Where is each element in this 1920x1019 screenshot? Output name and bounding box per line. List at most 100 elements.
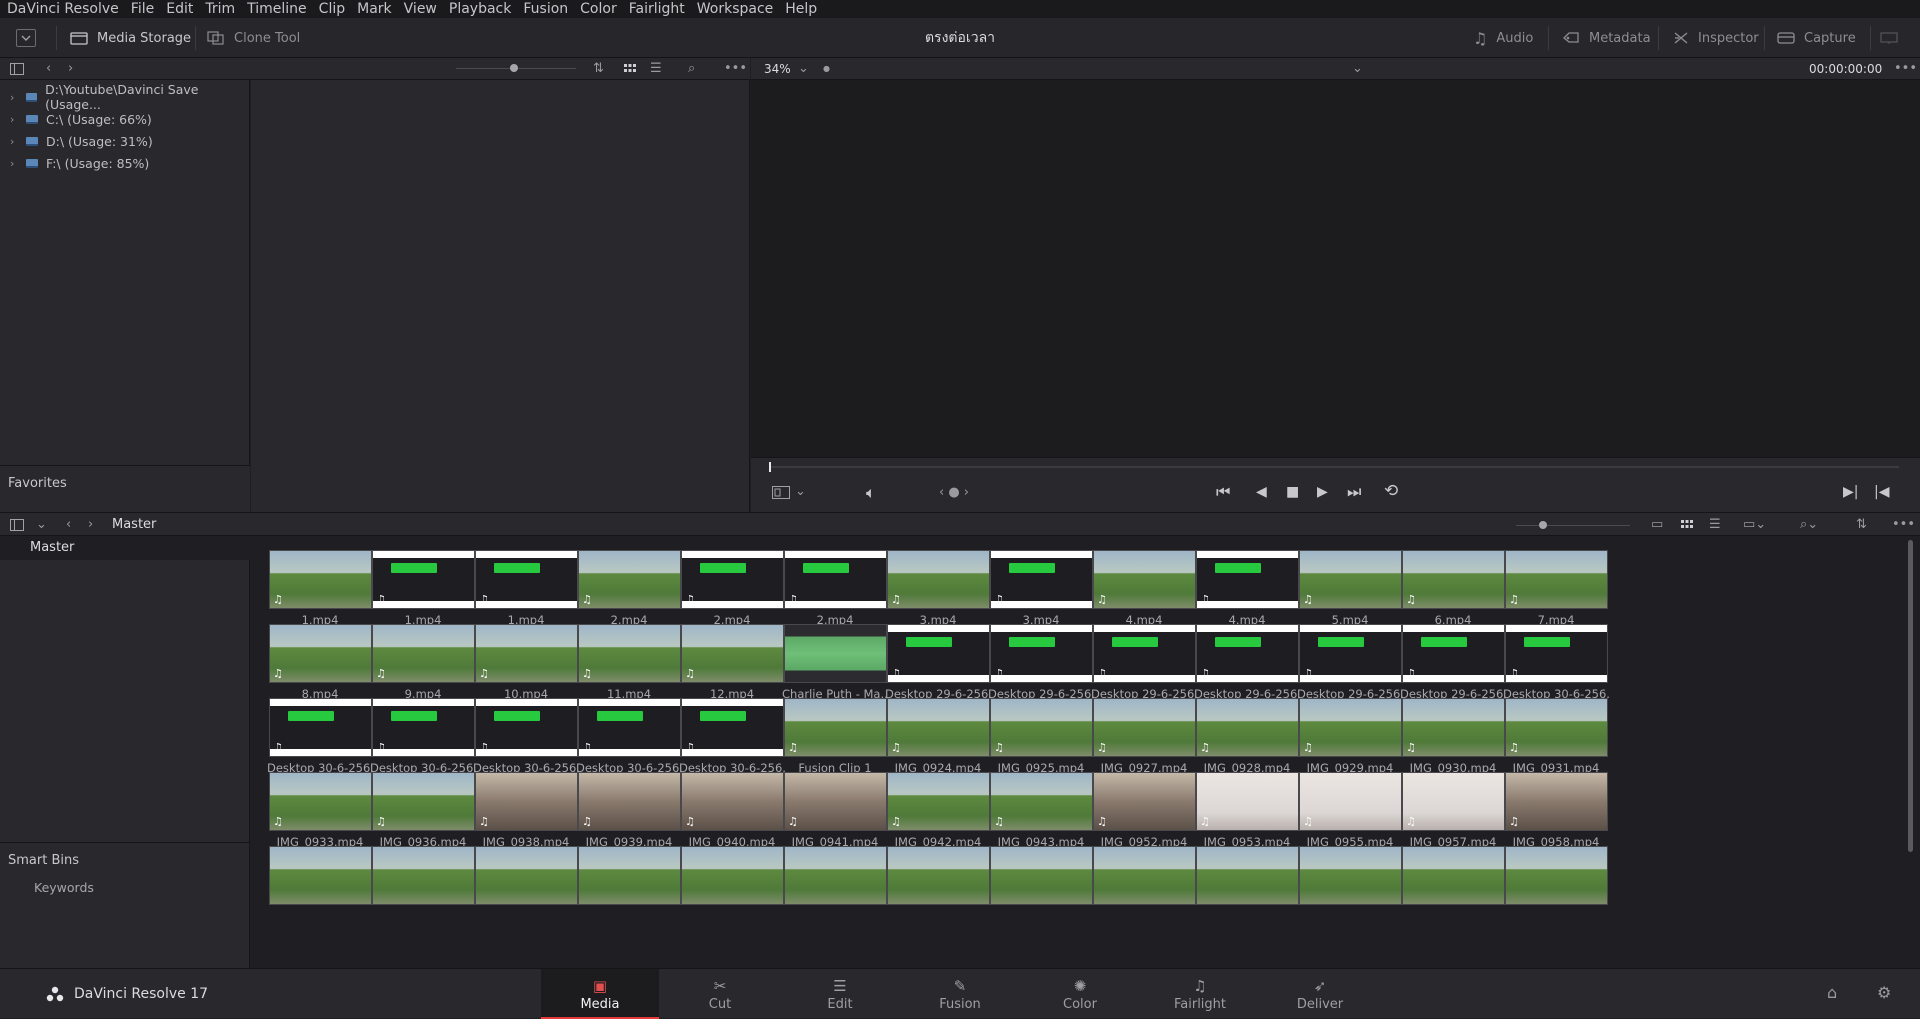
clip-thumbnail[interactable] bbox=[1299, 846, 1402, 905]
clip-thumbnail[interactable]: ♫ bbox=[269, 698, 372, 757]
home-icon[interactable]: ⌂ bbox=[1827, 982, 1837, 1004]
clip-item[interactable]: ♫ 3.mp4 bbox=[988, 536, 1094, 627]
capture-button[interactable]: Capture bbox=[1777, 18, 1856, 58]
menu-item[interactable]: Workspace bbox=[697, 0, 774, 18]
clip-item[interactable]: ♫ 2.mp4 bbox=[782, 536, 888, 627]
clip-thumbnail[interactable] bbox=[1196, 846, 1299, 905]
clip-thumbnail[interactable]: ♫ bbox=[1299, 624, 1402, 683]
clip-item[interactable]: ♫ Desktop 30-6-256... bbox=[370, 684, 476, 775]
forward-icon[interactable]: › bbox=[88, 514, 93, 536]
drive-item[interactable]: › D:\ (Usage: 31%) bbox=[10, 130, 153, 152]
list-view-icon[interactable]: ☰ bbox=[1709, 514, 1721, 536]
clip-item[interactable]: ♫ 4.mp4 bbox=[1194, 536, 1300, 627]
media-storage-button[interactable]: Media Storage bbox=[70, 18, 191, 58]
clip-thumbnail[interactable] bbox=[681, 846, 784, 905]
viewer-options-icon[interactable]: ••• bbox=[1894, 58, 1917, 80]
clip-thumbnail[interactable]: ♫ bbox=[1093, 772, 1196, 831]
menu-item[interactable]: File bbox=[131, 0, 154, 18]
clip-thumbnail[interactable] bbox=[784, 846, 887, 905]
search-icon[interactable]: ⌕ bbox=[688, 58, 695, 80]
drive-item[interactable]: › D:\Youtube\Davinci Save (Usage... bbox=[10, 82, 249, 112]
clip-thumbnail[interactable]: ♫ bbox=[681, 772, 784, 831]
clip-thumbnail[interactable]: ♫ bbox=[578, 624, 681, 683]
metadata-button[interactable]: Metadata bbox=[1562, 18, 1651, 58]
zoom-chevron-down-icon[interactable]: ⌄ bbox=[798, 58, 809, 80]
bin-master[interactable]: Master bbox=[0, 536, 250, 560]
clip-thumbnail[interactable]: ♫ bbox=[1196, 772, 1299, 831]
clip-thumbnail[interactable]: ♫ bbox=[990, 698, 1093, 757]
clip-thumbnail[interactable]: ♫ bbox=[1505, 550, 1608, 609]
go-to-start-icon[interactable]: ⏮︎ bbox=[1216, 481, 1230, 503]
clip-thumbnail[interactable]: ♫ bbox=[1093, 698, 1196, 757]
clip-item[interactable]: ♫ 1.mp4 bbox=[267, 536, 373, 627]
clip-item[interactable]: ♫ IMG_0938.mp4 bbox=[473, 758, 579, 849]
volume-icon[interactable]: 🔈︎ bbox=[866, 482, 876, 504]
clip-item[interactable]: ♫ 7.mp4 bbox=[1503, 536, 1609, 627]
clip-item[interactable]: ♫ IMG_0957.mp4 bbox=[1400, 758, 1506, 849]
clip-thumbnail[interactable]: ♫ bbox=[1402, 624, 1505, 683]
page-tab-media[interactable]: ▣ Media bbox=[541, 969, 659, 1019]
chevron-right-icon[interactable]: › bbox=[10, 113, 18, 126]
clip-thumbnail[interactable]: ♫ bbox=[1402, 698, 1505, 757]
page-tab-deliver[interactable]: ➶ Deliver bbox=[1261, 969, 1379, 1019]
clip-thumbnail[interactable]: ♫ bbox=[1093, 550, 1196, 609]
clip-thumbnail[interactable]: ♫ bbox=[1196, 698, 1299, 757]
clip-thumbnail[interactable]: ♫ bbox=[990, 772, 1093, 831]
chevron-right-icon[interactable]: › bbox=[10, 135, 18, 148]
scrub-bar[interactable] bbox=[769, 466, 1899, 468]
clip-thumbnail[interactable]: ♫ bbox=[1093, 624, 1196, 683]
clip-item[interactable]: ♫ Desktop 30-6-256... bbox=[473, 684, 579, 775]
pool-options-icon[interactable]: ••• bbox=[1892, 514, 1915, 536]
clip-item[interactable]: ♫ IMG_0927.mp4 bbox=[1091, 684, 1197, 775]
clip-item[interactable]: ♫ IMG_0952.mp4 bbox=[1091, 758, 1197, 849]
back-icon[interactable]: ‹ bbox=[66, 514, 71, 536]
clip-thumbnail[interactable]: ♫ bbox=[681, 698, 784, 757]
page-tab-color[interactable]: ✺ Color bbox=[1021, 969, 1139, 1019]
clip-item[interactable]: ♫ IMG_0930.mp4 bbox=[1400, 684, 1506, 775]
clip-item[interactable]: ♫ 6.mp4 bbox=[1400, 536, 1506, 627]
play-reverse-icon[interactable]: ◀ bbox=[1256, 481, 1267, 503]
clip-thumbnail[interactable]: ♫ bbox=[475, 624, 578, 683]
clip-thumbnail[interactable]: ♫ bbox=[372, 624, 475, 683]
pool-thumbnail-slider[interactable] bbox=[1516, 525, 1630, 526]
slider-knob[interactable] bbox=[510, 64, 518, 72]
clip-item[interactable]: ♫ Desktop 29-6-256... bbox=[1091, 610, 1197, 701]
clip-thumbnail[interactable]: ♫ bbox=[784, 772, 887, 831]
list-view-icon[interactable]: ☰ bbox=[650, 58, 662, 80]
clip-item[interactable]: ♫ IMG_0939.mp4 bbox=[576, 758, 682, 849]
clip-thumbnail[interactable] bbox=[784, 624, 887, 683]
clip-thumbnail[interactable]: ♫ bbox=[269, 772, 372, 831]
grid-view-icon[interactable] bbox=[624, 64, 636, 74]
viewer-mode-icon[interactable] bbox=[772, 486, 790, 499]
clip-thumbnail[interactable]: ♫ bbox=[269, 550, 372, 609]
page-tab-fairlight[interactable]: ♫ Fairlight bbox=[1141, 969, 1259, 1019]
clip-thumbnail[interactable]: ♫ bbox=[1196, 550, 1299, 609]
clip-item[interactable]: ♫ IMG_0942.mp4 bbox=[885, 758, 991, 849]
clip-item[interactable]: ♫ IMG_0929.mp4 bbox=[1297, 684, 1403, 775]
clip-item[interactable]: ♫ Fusion Clip 1 bbox=[782, 684, 888, 775]
clip-item[interactable]: ♫ IMG_0924.mp4 bbox=[885, 684, 991, 775]
clip-thumbnail[interactable] bbox=[269, 846, 372, 905]
menu-item[interactable]: View bbox=[404, 0, 437, 18]
bin-list-toggle-icon[interactable] bbox=[10, 519, 24, 531]
clip-thumbnail[interactable]: ♫ bbox=[578, 772, 681, 831]
clip-item[interactable]: ♫ Desktop 29-6-256... bbox=[988, 610, 1094, 701]
clip-thumbnail[interactable]: ♫ bbox=[1402, 550, 1505, 609]
clip-item[interactable]: ♫ Desktop 30-6-256... bbox=[1503, 610, 1609, 701]
fullscreen-button[interactable] bbox=[1880, 18, 1898, 58]
clip-thumbnail[interactable] bbox=[475, 846, 578, 905]
clip-item[interactable]: ♫ Desktop 29-6-256... bbox=[1297, 610, 1403, 701]
sort-icon[interactable]: ⇅ bbox=[593, 58, 604, 80]
workspace-dropdown[interactable] bbox=[16, 29, 36, 47]
chevron-right-icon[interactable]: › bbox=[10, 157, 18, 170]
clip-thumbnail[interactable]: ♫ bbox=[887, 772, 990, 831]
clip-item[interactable]: ♫ 1.mp4 bbox=[473, 536, 579, 627]
clip-thumbnail[interactable]: ♫ bbox=[887, 624, 990, 683]
menu-item[interactable]: Clip bbox=[319, 0, 345, 18]
drive-item[interactable]: › C:\ (Usage: 66%) bbox=[10, 108, 152, 130]
keywords-item[interactable]: Keywords bbox=[34, 880, 94, 895]
clip-thumbnail[interactable]: ♫ bbox=[784, 550, 887, 609]
menu-item[interactable]: Mark bbox=[357, 0, 392, 18]
clip-thumbnail[interactable]: ♫ bbox=[475, 772, 578, 831]
menu-item[interactable]: Help bbox=[785, 0, 817, 18]
